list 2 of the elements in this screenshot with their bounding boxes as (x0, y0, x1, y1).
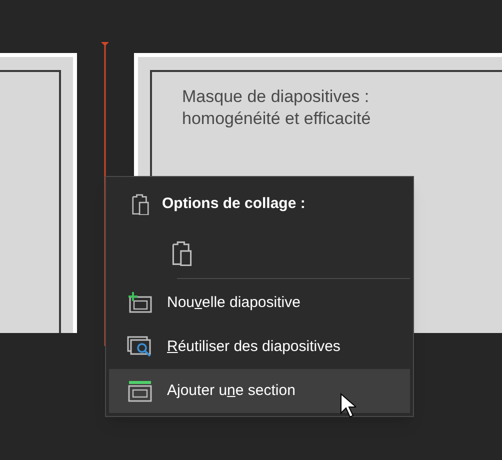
slide-title: Masque de diapositives : homogénéité et efficacité (182, 86, 372, 130)
menu-heading: Options de collage : (162, 194, 306, 214)
